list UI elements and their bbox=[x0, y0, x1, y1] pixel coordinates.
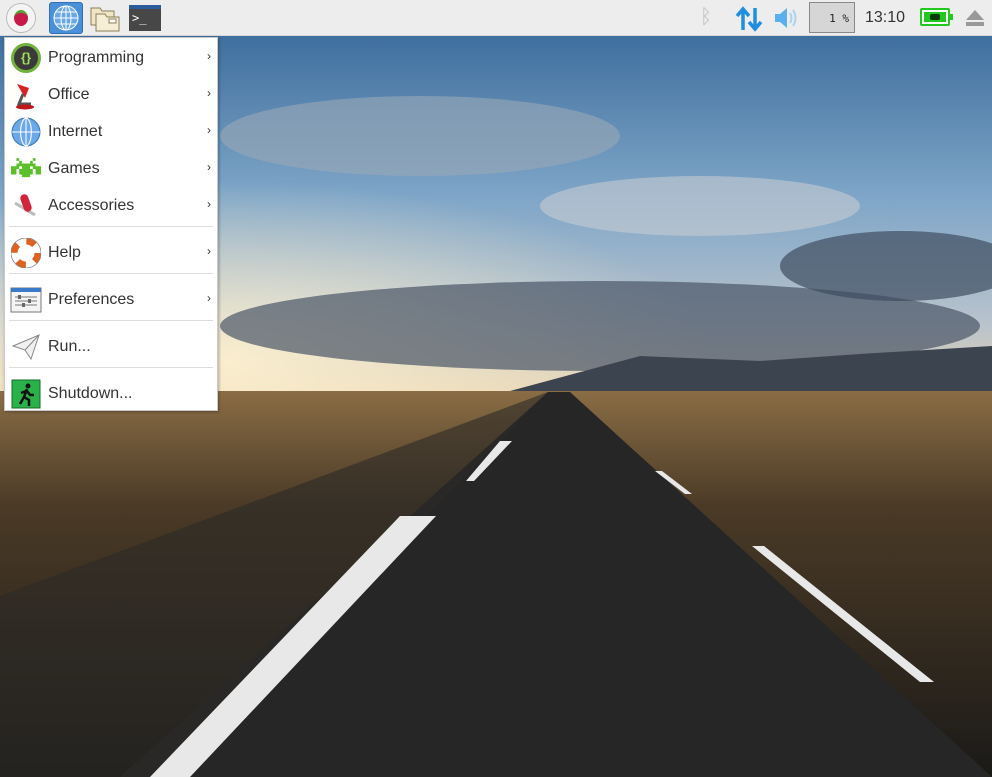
clock[interactable]: 13:10 bbox=[865, 9, 905, 27]
speaker-icon[interactable] bbox=[773, 7, 801, 29]
taskbar: >_ ᛒ 1 % 13:10 bbox=[0, 0, 992, 36]
menu-item-label: Programming bbox=[48, 48, 145, 66]
chevron-right-icon: › bbox=[207, 244, 211, 258]
chevron-right-icon: › bbox=[207, 49, 211, 63]
menu-item-label: Preferences bbox=[48, 290, 135, 308]
application-menu: {} Programming › Office › Internet › Games ›… bbox=[4, 37, 218, 411]
menu-item-accessories[interactable]: Accessories › bbox=[5, 187, 217, 224]
exit-icon bbox=[10, 378, 42, 410]
menu-item-label: Internet bbox=[48, 122, 103, 140]
menu-item-label: Accessories bbox=[48, 196, 135, 214]
menu-separator bbox=[9, 367, 213, 368]
menu-item-games[interactable]: Games › bbox=[5, 150, 217, 187]
menu-item-help[interactable]: Help › bbox=[5, 234, 217, 271]
office-lamp-icon bbox=[10, 79, 42, 111]
menu-item-label: Shutdown... bbox=[48, 384, 133, 402]
file-manager-button[interactable] bbox=[88, 2, 122, 34]
raspberry-icon bbox=[6, 3, 36, 33]
eject-icon[interactable] bbox=[965, 9, 985, 27]
chevron-right-icon: › bbox=[207, 86, 211, 100]
battery-charging-icon[interactable] bbox=[920, 8, 953, 26]
paper-plane-icon bbox=[10, 331, 42, 363]
chevron-right-icon: › bbox=[207, 160, 211, 174]
menu-separator bbox=[9, 273, 213, 274]
chevron-right-icon: › bbox=[207, 123, 211, 137]
menu-item-run[interactable]: Run... bbox=[5, 328, 217, 365]
menu-separator bbox=[9, 320, 213, 321]
menu-item-programming[interactable]: {} Programming › bbox=[5, 39, 217, 76]
bluetooth-icon[interactable]: ᛒ bbox=[700, 6, 712, 29]
menu-separator bbox=[9, 226, 213, 227]
folder-icon bbox=[90, 7, 120, 32]
menu-item-internet[interactable]: Internet › bbox=[5, 113, 217, 150]
space-invader-icon bbox=[10, 153, 42, 185]
terminal-icon: >_ bbox=[129, 5, 161, 31]
network-arrows-icon[interactable] bbox=[735, 6, 763, 32]
preferences-icon bbox=[10, 284, 42, 316]
menu-item-label: Games bbox=[48, 159, 100, 177]
web-browser-button[interactable] bbox=[49, 2, 83, 34]
chevron-right-icon: › bbox=[207, 291, 211, 305]
programming-icon: {} bbox=[10, 42, 42, 74]
globe-icon bbox=[53, 5, 79, 31]
swiss-knife-icon bbox=[10, 190, 42, 222]
chevron-right-icon: › bbox=[207, 197, 211, 211]
menu-item-label: Help bbox=[48, 243, 81, 261]
terminal-button[interactable]: >_ bbox=[128, 2, 162, 34]
menu-item-office[interactable]: Office › bbox=[5, 76, 217, 113]
menu-item-label: Office bbox=[48, 85, 90, 103]
menu-item-label: Run... bbox=[48, 337, 91, 355]
main-menu-button[interactable] bbox=[4, 2, 38, 34]
menu-item-shutdown[interactable]: Shutdown... bbox=[5, 375, 217, 412]
lifebuoy-icon bbox=[10, 237, 42, 269]
menu-item-preferences[interactable]: Preferences › bbox=[5, 281, 217, 318]
cpu-usage-monitor[interactable]: 1 % bbox=[809, 2, 855, 33]
globe-icon bbox=[10, 116, 42, 148]
